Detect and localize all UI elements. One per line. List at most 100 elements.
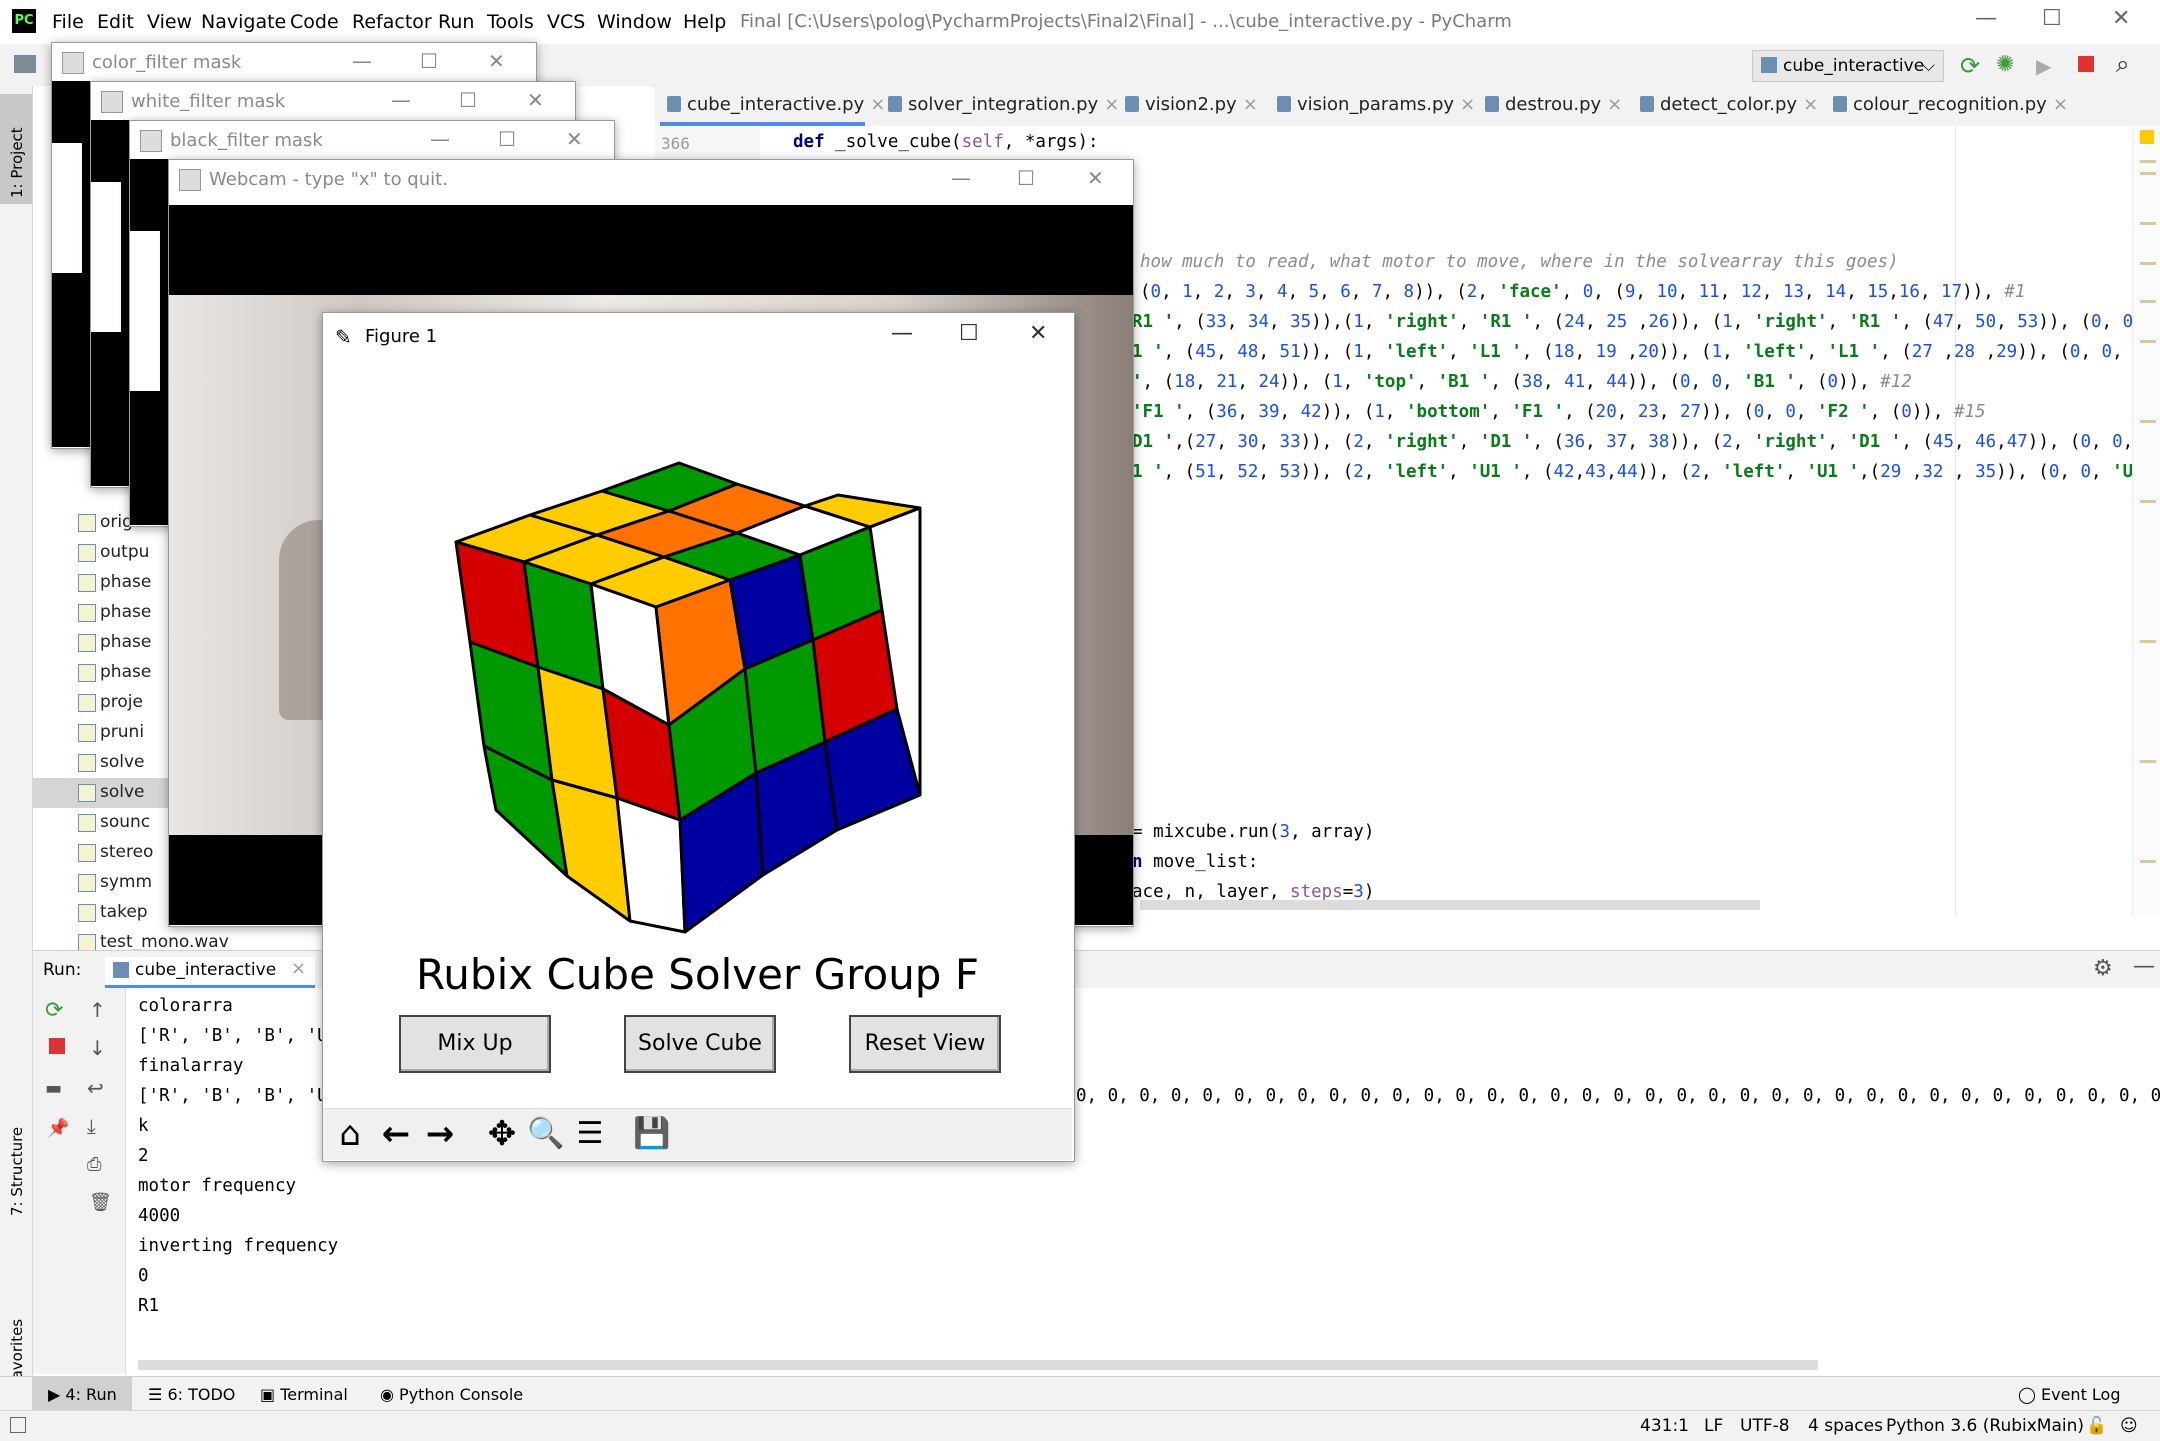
tree-item[interactable]: outpu: [78, 542, 149, 562]
window-titlebar[interactable]: white_filter mask — ☐ ✕: [91, 82, 575, 120]
window-titlebar[interactable]: Webcam - type "x" to quit. — ☐ ✕: [169, 160, 1133, 198]
stripe-mark[interactable]: [2140, 860, 2156, 863]
reset-view-button[interactable]: Reset View: [849, 1015, 1001, 1073]
close-icon[interactable]: ✕: [566, 127, 583, 151]
trash-icon[interactable]: 🗑: [89, 1192, 112, 1213]
menu-tools[interactable]: Tools: [487, 11, 534, 33]
stop-icon[interactable]: [2078, 56, 2094, 72]
close-icon[interactable]: ✕: [527, 88, 544, 112]
stripe-mark[interactable]: [2140, 172, 2156, 175]
rubiks-cube-3d[interactable]: [440, 445, 940, 945]
tree-item[interactable]: sounc: [78, 812, 150, 832]
tree-item[interactable]: takep: [78, 902, 148, 922]
close-icon[interactable]: ✕: [2112, 6, 2130, 31]
menu-view[interactable]: View: [147, 11, 192, 33]
tree-item[interactable]: phase: [78, 572, 151, 592]
menu-help[interactable]: Help: [683, 11, 726, 33]
close-tab-icon[interactable]: ×: [1803, 94, 1818, 115]
rerun-icon[interactable]: ⟳: [45, 998, 63, 1023]
tree-item[interactable]: orig: [78, 512, 133, 532]
menu-refactor[interactable]: Refactor: [352, 11, 432, 33]
close-icon[interactable]: ✕: [488, 49, 505, 73]
tab-detect-color[interactable]: detect_color.py ×: [1640, 94, 1818, 115]
tree-item[interactable]: proje: [78, 692, 143, 712]
tree-item[interactable]: phase: [78, 662, 151, 682]
window-titlebar[interactable]: ✎ Figure 1 — ☐ ✕: [323, 313, 1074, 359]
stripe-mark[interactable]: [2140, 420, 2156, 423]
warning-icon[interactable]: [2140, 130, 2154, 144]
menu-navigate[interactable]: Navigate: [201, 11, 286, 33]
hide-panel-icon[interactable]: —: [2133, 954, 2155, 979]
maximize-icon[interactable]: ☐: [498, 127, 516, 151]
close-tab-icon[interactable]: ×: [1460, 94, 1475, 115]
tab-vision2[interactable]: vision2.py ×: [1125, 94, 1258, 115]
arrow-up-icon[interactable]: ↑: [89, 998, 106, 1022]
stripe-mark[interactable]: [2140, 160, 2156, 163]
close-tab-icon[interactable]: ×: [1243, 94, 1258, 115]
file-encoding[interactable]: UTF-8: [1740, 1416, 1790, 1436]
lock-icon[interactable]: 🔓: [2086, 1416, 2107, 1436]
project-tool-tab[interactable]: 1: Project: [8, 127, 26, 198]
menu-run[interactable]: Run: [438, 11, 474, 33]
close-tab-icon[interactable]: ×: [1104, 94, 1119, 115]
menu-window[interactable]: Window: [597, 11, 672, 33]
layout-toggle-icon[interactable]: [10, 1417, 26, 1433]
maximize-icon[interactable]: ☐: [2042, 6, 2062, 31]
tree-item[interactable]: stereo: [78, 842, 153, 862]
configure-subplots-icon[interactable]: ☰: [570, 1110, 610, 1158]
tree-item[interactable]: solve: [78, 752, 145, 772]
tab-colour-recognition[interactable]: colour_recognition.py ×: [1833, 94, 2068, 115]
minimize-icon[interactable]: —: [1975, 6, 1997, 31]
close-tab-icon[interactable]: ×: [2053, 94, 2068, 115]
close-tab-icon[interactable]: ×: [291, 958, 306, 979]
minimize-icon[interactable]: —: [891, 321, 913, 346]
menu-code[interactable]: Code: [290, 11, 339, 33]
menu-vcs[interactable]: VCS: [547, 11, 585, 33]
console-scrollbar[interactable]: [138, 1360, 1818, 1370]
tree-item[interactable]: pruni: [78, 722, 144, 742]
scroll-end-icon[interactable]: ⤓: [87, 1114, 96, 1138]
home-icon[interactable]: ⌂: [330, 1110, 370, 1158]
tree-item[interactable]: solve: [78, 782, 145, 802]
back-icon[interactable]: ←: [376, 1110, 416, 1158]
minimize-icon[interactable]: —: [430, 127, 450, 151]
event-log-tab[interactable]: ◯ Event Log: [2018, 1385, 2121, 1404]
tree-item[interactable]: symm: [78, 872, 152, 892]
tab-solver-integration[interactable]: solver_integration.py ×: [888, 94, 1119, 115]
close-icon[interactable]: ✕: [1029, 321, 1047, 346]
maximize-icon[interactable]: ☐: [1017, 166, 1035, 190]
stripe-mark[interactable]: [2140, 222, 2156, 225]
inspector-icon[interactable]: ☺: [2120, 1416, 2138, 1436]
forward-icon[interactable]: →: [420, 1110, 460, 1158]
stripe-mark[interactable]: [2140, 760, 2156, 763]
tab-vision-params[interactable]: vision_params.py ×: [1277, 94, 1475, 115]
close-tab-icon[interactable]: ×: [870, 94, 885, 115]
soft-wrap-icon[interactable]: ↩: [87, 1076, 104, 1100]
maximize-icon[interactable]: ☐: [959, 321, 979, 346]
window-titlebar[interactable]: black_filter mask — ☐ ✕: [130, 121, 614, 159]
search-icon[interactable]: ⌕: [2116, 50, 2129, 78]
caret-position[interactable]: 431:1: [1640, 1416, 1689, 1436]
maximize-icon[interactable]: ☐: [420, 49, 438, 73]
interpreter[interactable]: Python 3.6 (RubixMain): [1886, 1416, 2084, 1436]
save-icon[interactable]: 💾: [632, 1110, 672, 1158]
profile-icon[interactable]: ▶: [2036, 54, 2051, 78]
structure-tool-tab[interactable]: 7: Structure: [8, 1127, 26, 1216]
stop-icon[interactable]: [49, 1038, 65, 1054]
rerun-icon[interactable]: ⟳: [1960, 52, 1980, 80]
gear-icon[interactable]: ⚙: [2093, 956, 2113, 981]
minimize-icon[interactable]: —: [352, 49, 372, 73]
close-tab-icon[interactable]: ×: [1607, 94, 1622, 115]
solve-cube-button[interactable]: Solve Cube: [624, 1015, 776, 1073]
tab-destrou[interactable]: destrou.py ×: [1485, 94, 1622, 115]
window-titlebar[interactable]: color_filter mask — ☐ ✕: [52, 43, 536, 81]
tree-item[interactable]: phase: [78, 632, 151, 652]
menu-file[interactable]: File: [52, 11, 84, 33]
maximize-icon[interactable]: ☐: [459, 88, 477, 112]
stripe-mark[interactable]: [2140, 340, 2156, 343]
menu-edit[interactable]: Edit: [97, 11, 134, 33]
stripe-mark[interactable]: [2140, 300, 2156, 303]
line-separator[interactable]: LF: [1704, 1416, 1723, 1436]
todo-tool-tab[interactable]: ☰ 6: TODO: [148, 1385, 235, 1404]
debug-icon[interactable]: ✺: [1996, 52, 2014, 77]
